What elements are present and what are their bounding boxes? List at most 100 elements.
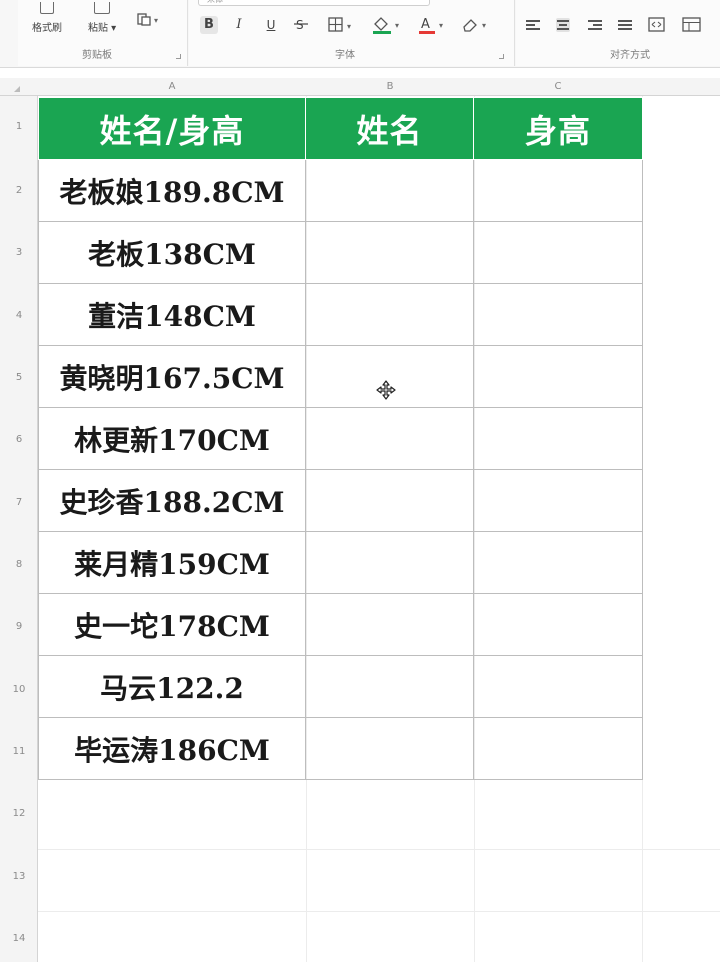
gridline [38, 911, 720, 912]
cell-b6[interactable] [305, 407, 474, 470]
row-header-5[interactable]: 5 [0, 372, 38, 383]
font-group-label: 字体 [335, 50, 355, 61]
svg-text:▾: ▾ [439, 21, 443, 30]
paste-label-text: 粘贴 [88, 23, 108, 34]
border-icon: ▾ [328, 17, 351, 32]
data-table: 姓名/身高 姓名 身高 老板娘189.8CM 老板138CM 董洁148CM 黄… [38, 97, 643, 780]
justify-icon[interactable] [618, 18, 632, 32]
row-header-14[interactable]: 14 [0, 933, 38, 944]
cell-a1[interactable]: 姓名/身高 [38, 97, 306, 160]
row-header-6[interactable]: 6 [0, 434, 38, 445]
cell-c6[interactable] [473, 407, 643, 470]
column-header-bar: A B C [0, 78, 720, 96]
font-name-value: 宋体 [207, 0, 223, 5]
table-row: 董洁148CM [38, 283, 643, 346]
paste-icon [94, 2, 111, 14]
font-name-box[interactable]: 宋体 [198, 0, 430, 6]
italic-button[interactable]: I [230, 16, 248, 34]
format-painter-button[interactable]: 格式刷 [32, 2, 62, 34]
cell-a4[interactable]: 董洁148CM [38, 283, 306, 346]
row-header-column [0, 96, 38, 962]
clear-icon: ▾ [463, 19, 486, 32]
underline-button[interactable]: U [262, 16, 280, 34]
move-cursor-icon [376, 380, 396, 400]
font-launcher-icon[interactable] [499, 54, 504, 59]
align-left-icon[interactable] [526, 18, 540, 32]
clear-format-button[interactable]: ▾ [460, 15, 496, 39]
cell-a11[interactable]: 毕运涛186CM [38, 717, 306, 780]
cell-b7[interactable] [305, 469, 474, 532]
column-header-b[interactable]: B [306, 78, 474, 96]
clipboard-launcher-icon[interactable] [176, 54, 181, 59]
cell-b11[interactable] [305, 717, 474, 780]
cell-c11[interactable] [473, 717, 643, 780]
paste-label: 粘贴 ▾ [88, 23, 117, 34]
cell-c1[interactable]: 身高 [473, 97, 643, 160]
table-row: 史一坨178CM [38, 593, 643, 656]
align-center-icon[interactable] [556, 18, 570, 32]
cell-a8[interactable]: 莱月精159CM [38, 531, 306, 594]
table-row: 老板娘189.8CM [38, 159, 643, 222]
cell-c3[interactable] [473, 221, 643, 284]
row-header-13[interactable]: 13 [0, 871, 38, 882]
svg-text:▾: ▾ [154, 16, 158, 25]
table-row: 马云122.2 [38, 655, 643, 718]
row-header-2[interactable]: 2 [0, 185, 38, 196]
cell-a7[interactable]: 史珍香188.2CM [38, 469, 306, 532]
format-painter-label: 格式刷 [32, 23, 62, 34]
row-header-7[interactable]: 7 [0, 497, 38, 508]
svg-text:▾: ▾ [482, 21, 486, 30]
cell-c8[interactable] [473, 531, 643, 594]
cell-b3[interactable] [305, 221, 474, 284]
table-row: 黄晓明167.5CM [38, 345, 643, 408]
align-right-icon[interactable] [588, 18, 602, 32]
cell-a10[interactable]: 马云122.2 [38, 655, 306, 718]
row-header-11[interactable]: 11 [0, 746, 38, 757]
fill-color-icon: ▾ [373, 17, 399, 34]
row-header-8[interactable]: 8 [0, 559, 38, 570]
cell-c10[interactable] [473, 655, 643, 718]
cell-c7[interactable] [473, 469, 643, 532]
header-row: 姓名/身高 姓名 身高 [38, 97, 643, 160]
cell-b1[interactable]: 姓名 [305, 97, 474, 160]
cell-c4[interactable] [473, 283, 643, 346]
select-all-corner[interactable] [14, 86, 20, 92]
wrap-button[interactable] [682, 17, 702, 37]
copy-button[interactable]: ▾ [136, 12, 164, 26]
bold-button[interactable]: B [200, 16, 218, 34]
font-color-button[interactable]: A ▾ [418, 15, 448, 39]
clipboard-group-label: 剪贴板 [82, 50, 112, 61]
column-header-a[interactable]: A [38, 78, 306, 96]
row-header-1[interactable]: 1 [0, 121, 38, 132]
format-painter-icon [40, 2, 54, 14]
cell-b2[interactable] [305, 159, 474, 222]
table-row: 莱月精159CM [38, 531, 643, 594]
cell-a5[interactable]: 黄晓明167.5CM [38, 345, 306, 408]
row-header-9[interactable]: 9 [0, 621, 38, 632]
strikethrough-button[interactable]: S [292, 16, 310, 34]
cell-c5[interactable] [473, 345, 643, 408]
cell-a2[interactable]: 老板娘189.8CM [38, 159, 306, 222]
cell-c2[interactable] [473, 159, 643, 222]
border-button[interactable]: ▾ [328, 17, 358, 37]
cell-b8[interactable] [305, 531, 474, 594]
row-header-12[interactable]: 12 [0, 808, 38, 819]
paste-button[interactable]: 粘贴 ▾ [88, 2, 116, 34]
merge-button[interactable] [648, 17, 666, 37]
font-color-icon: A ▾ [419, 17, 443, 34]
column-header-c[interactable]: C [474, 78, 642, 96]
fill-color-button[interactable]: ▾ [372, 15, 406, 39]
row-header-4[interactable]: 4 [0, 310, 38, 321]
row-header-3[interactable]: 3 [0, 247, 38, 258]
cell-c9[interactable] [473, 593, 643, 656]
cell-b4[interactable] [305, 283, 474, 346]
cell-a6[interactable]: 林更新170CM [38, 407, 306, 470]
table-row: 毕运涛186CM [38, 717, 643, 780]
table-row: 老板138CM [38, 221, 643, 284]
cell-a9[interactable]: 史一坨178CM [38, 593, 306, 656]
cell-a3[interactable]: 老板138CM [38, 221, 306, 284]
row-header-10[interactable]: 10 [0, 684, 38, 695]
cell-b9[interactable] [305, 593, 474, 656]
strikethrough-icon: S [294, 18, 308, 32]
cell-b10[interactable] [305, 655, 474, 718]
